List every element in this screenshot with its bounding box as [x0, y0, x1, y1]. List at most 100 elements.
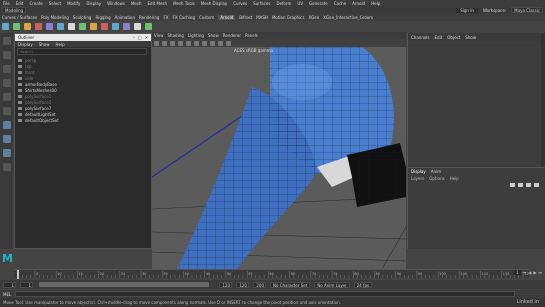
- channel-menu-item[interactable]: Channels: [411, 35, 430, 40]
- playhead[interactable]: [17, 270, 19, 279]
- select-tool-icon[interactable]: [2, 37, 11, 45]
- layer-menu-item[interactable]: Layers: [411, 176, 424, 181]
- smooth-shade-icon[interactable]: [170, 40, 175, 46]
- shelf-tab[interactable]: Sculpting: [73, 15, 92, 20]
- move-tool-icon[interactable]: [2, 79, 11, 87]
- range-end-field[interactable]: 120: [219, 281, 232, 288]
- shelf-tab[interactable]: MASH: [256, 15, 268, 20]
- shelf-tab[interactable]: Animation: [115, 15, 135, 20]
- channel-menu-item[interactable]: Object: [447, 35, 460, 40]
- sign-in-button[interactable]: Sign In: [456, 7, 478, 13]
- shelf-tool-icon[interactable]: [134, 22, 141, 30]
- current-frame-field[interactable]: 1: [514, 270, 521, 275]
- shelf-tool-icon[interactable]: [112, 22, 119, 30]
- grid-icon[interactable]: [218, 40, 223, 46]
- menu-item[interactable]: Surfaces: [253, 1, 270, 6]
- outliner-layout-icon[interactable]: [2, 163, 11, 171]
- shelf-tool-icon[interactable]: [90, 22, 97, 30]
- shelf-tab[interactable]: Motion Graphics: [272, 15, 305, 20]
- shelf-tab[interactable]: Curves / Surfaces: [2, 15, 37, 20]
- command-input[interactable]: [15, 291, 516, 297]
- outliner-menu-item[interactable]: Help: [56, 42, 65, 47]
- menu-item[interactable]: Modify: [67, 1, 80, 6]
- close-icon[interactable]: ✕: [145, 35, 148, 40]
- menu-item[interactable]: Curves: [233, 1, 247, 6]
- outliner-item[interactable]: defaultObjectSet: [18, 117, 148, 123]
- menu-item[interactable]: File: [3, 1, 10, 6]
- shelf-tool-icon[interactable]: [68, 22, 75, 30]
- channel-menu-item[interactable]: Show: [465, 35, 476, 40]
- layer-menu-item[interactable]: Options: [429, 176, 444, 181]
- layout-single-icon[interactable]: [2, 121, 11, 129]
- outliner-menu-item[interactable]: Display: [18, 42, 33, 47]
- shelf-tab[interactable]: Rigging: [95, 15, 110, 20]
- rotate-tool-icon[interactable]: [2, 93, 11, 101]
- shelf-tab[interactable]: Poly Modeling: [41, 15, 69, 20]
- play-forward-icon[interactable]: ▶: [533, 270, 536, 275]
- shelf-tool-icon[interactable]: [123, 22, 130, 30]
- outliner-menu-item[interactable]: Show: [39, 42, 50, 47]
- shelf-tab[interactable]: Arnold: [218, 15, 236, 20]
- scale-tool-icon[interactable]: [2, 107, 11, 115]
- new-layer-icon[interactable]: [526, 183, 531, 187]
- shelf-tab[interactable]: FX: [163, 15, 168, 20]
- menu-item[interactable]: Edit Mesh: [148, 1, 168, 6]
- shelf-tab[interactable]: Rendering: [139, 15, 159, 20]
- shelf-tool-icon[interactable]: [24, 22, 31, 30]
- move-layer-down-icon[interactable]: [518, 183, 523, 187]
- shelf-tool-icon[interactable]: [46, 22, 53, 30]
- anim-layer-dropdown[interactable]: No Anim Layer: [314, 281, 350, 288]
- outliner-search-input[interactable]: [17, 48, 147, 55]
- shelf-tab[interactable]: Custom: [199, 15, 214, 20]
- viewport-menu-item[interactable]: Show: [208, 33, 219, 38]
- menu-item[interactable]: Generate: [309, 1, 328, 6]
- right-tab-strip[interactable]: [541, 33, 545, 167]
- channel-menu-item[interactable]: Edit: [435, 35, 443, 40]
- command-language-label[interactable]: MEL: [3, 292, 11, 297]
- lights-icon[interactable]: [186, 40, 191, 46]
- shelf-tool-icon[interactable]: [101, 22, 108, 30]
- viewport-menu-item[interactable]: View: [154, 33, 164, 38]
- textured-icon[interactable]: [178, 40, 183, 46]
- minimize-icon[interactable]: –: [133, 35, 135, 40]
- shelf-tool-icon[interactable]: [35, 22, 42, 30]
- shadows-icon[interactable]: [194, 40, 199, 46]
- move-layer-up-icon[interactable]: [510, 183, 515, 187]
- shelf-tab[interactable]: Bifrost: [239, 15, 252, 20]
- layer-tab[interactable]: Display: [411, 169, 426, 174]
- menu-item[interactable]: Mesh Tools: [173, 1, 195, 6]
- lasso-tool-icon[interactable]: [2, 51, 11, 59]
- max-time-field[interactable]: 200: [253, 281, 266, 288]
- menu-item[interactable]: UV: [297, 1, 303, 6]
- fps-dropdown[interactable]: 24 fps: [353, 281, 373, 288]
- range-start-field[interactable]: 1: [20, 281, 33, 288]
- menu-item[interactable]: Mesh: [131, 1, 142, 6]
- menu-item[interactable]: Display: [86, 1, 101, 6]
- character-set-dropdown[interactable]: No Character Set: [270, 281, 311, 288]
- shelf-tab[interactable]: XGen: [308, 15, 319, 20]
- shelf-tool-icon[interactable]: [13, 22, 20, 30]
- menu-item[interactable]: Cache: [334, 1, 346, 6]
- menu-item[interactable]: Edit: [16, 1, 24, 6]
- go-to-start-icon[interactable]: ⏮: [523, 270, 527, 275]
- layer-menu-item[interactable]: Help: [450, 176, 459, 181]
- workspace-dropdown[interactable]: Maya Classic: [511, 7, 543, 13]
- menu-item[interactable]: Help: [371, 1, 380, 6]
- viewport-menu-item[interactable]: Renderer: [223, 33, 241, 38]
- viewport-menu-item[interactable]: Panels: [245, 33, 258, 38]
- 3d-viewport[interactable]: ACES sRGB gamma: [152, 47, 406, 269]
- end-time-field[interactable]: 120: [236, 281, 249, 288]
- layout-four-icon[interactable]: [2, 135, 11, 143]
- new-layer-selected-icon[interactable]: [534, 183, 539, 187]
- layout-two-icon[interactable]: [2, 149, 11, 157]
- shelf-tool-icon[interactable]: [79, 22, 86, 30]
- menu-item[interactable]: Deform: [276, 1, 291, 6]
- start-time-field[interactable]: 1: [3, 281, 16, 288]
- isolate-icon[interactable]: [210, 40, 215, 46]
- step-back-icon[interactable]: ◀: [528, 270, 531, 275]
- go-to-end-icon[interactable]: ⏭: [538, 270, 542, 275]
- menu-item[interactable]: Mesh Display: [201, 1, 228, 6]
- menu-item[interactable]: Arnold: [352, 1, 365, 6]
- shelf-tool-icon[interactable]: [57, 22, 64, 30]
- layer-tab[interactable]: Anim: [431, 169, 441, 174]
